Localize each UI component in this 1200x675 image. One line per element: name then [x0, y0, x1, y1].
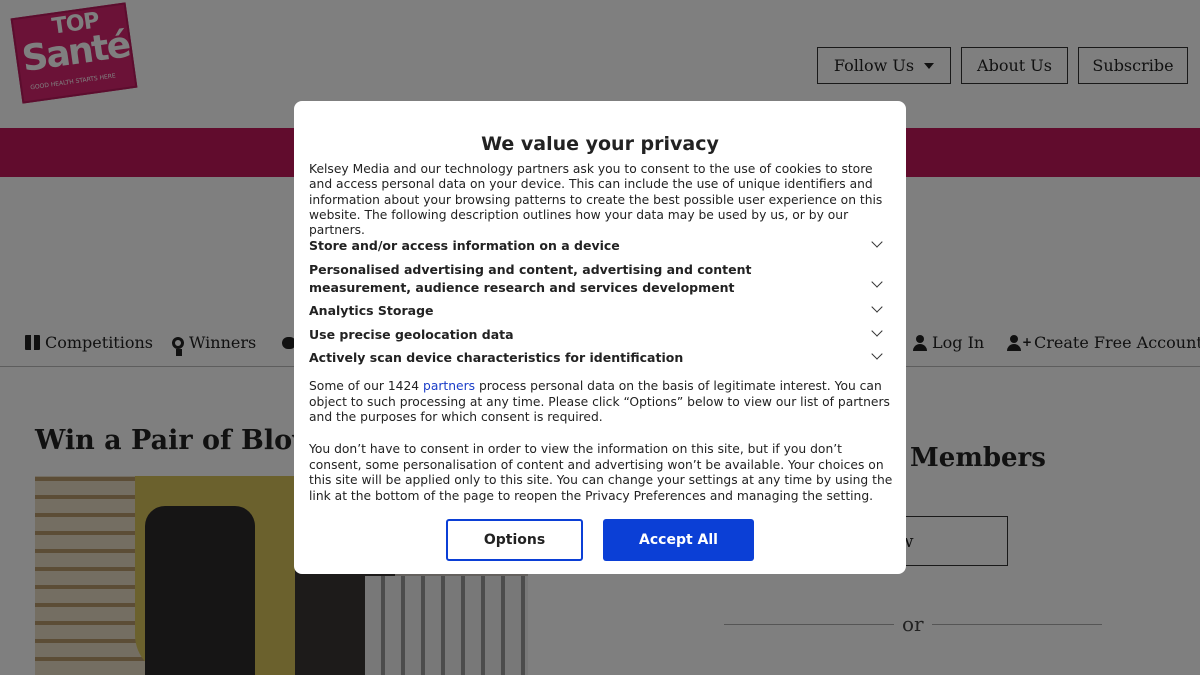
purpose-label: Store and/or access information on a dev… — [309, 238, 620, 253]
options-button[interactable]: Options — [446, 519, 583, 561]
purpose-label: Personalised advertising and content, ad… — [309, 262, 752, 295]
legit-prefix: Some of our 1424 — [309, 379, 424, 393]
legitimate-interest-text: Some of our 1424 partners process person… — [309, 379, 893, 426]
chevron-down-icon[interactable] — [871, 301, 883, 313]
purpose-analytics-storage[interactable]: Analytics Storage — [309, 301, 893, 320]
purpose-label: Actively scan device characteristics for… — [309, 350, 684, 365]
purpose-label: Use precise geolocation data — [309, 327, 514, 342]
purpose-personalised-advertising[interactable]: Personalised advertising and content, ad… — [309, 261, 893, 296]
chevron-down-icon[interactable] — [871, 236, 883, 248]
dialog-title: We value your privacy — [481, 133, 719, 155]
accept-all-button[interactable]: Accept All — [603, 519, 754, 561]
dialog-intro: Kelsey Media and our technology partners… — [309, 162, 883, 238]
chevron-down-icon[interactable] — [871, 325, 883, 337]
partners-link[interactable]: partners — [423, 379, 475, 393]
purpose-store-access[interactable]: Store and/or access information on a dev… — [309, 236, 893, 255]
no-consent-text: You don’t have to consent in order to vi… — [309, 442, 893, 503]
privacy-consent-dialog: We value your privacy Kelsey Media and o… — [294, 101, 906, 574]
chevron-down-icon[interactable] — [871, 276, 883, 288]
purpose-geolocation[interactable]: Use precise geolocation data — [309, 325, 893, 344]
purpose-device-scan[interactable]: Actively scan device characteristics for… — [309, 348, 893, 367]
purpose-label: Analytics Storage — [309, 303, 434, 318]
chevron-down-icon[interactable] — [871, 348, 883, 360]
